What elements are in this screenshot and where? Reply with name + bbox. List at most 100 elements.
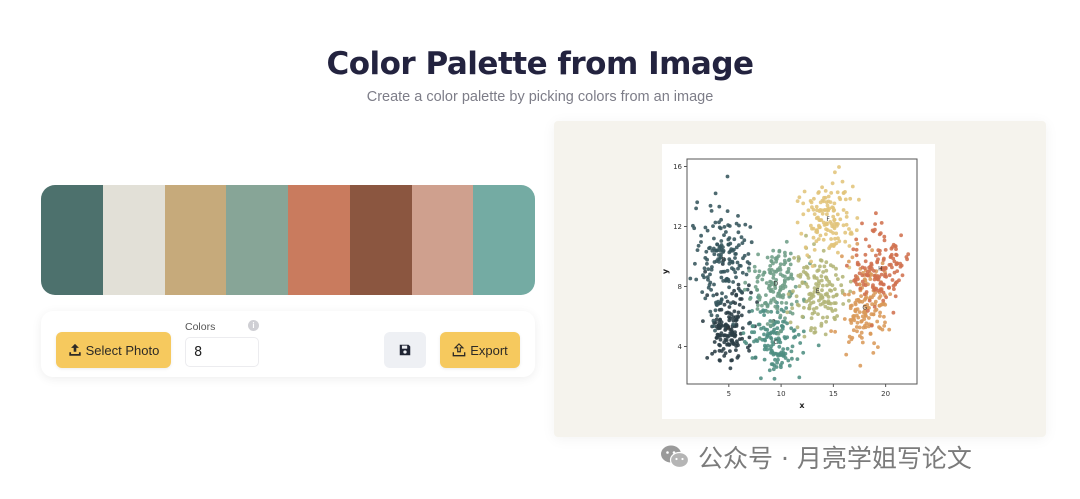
info-icon[interactable]: i <box>248 320 259 331</box>
scatter-point <box>881 282 886 287</box>
palette-swatch[interactable] <box>41 185 103 295</box>
scatter-point <box>743 222 748 227</box>
scatter-point <box>866 273 870 278</box>
scatter-point <box>705 356 710 360</box>
scatter-point <box>895 261 900 266</box>
cluster-label: B <box>722 257 726 264</box>
scatter-point <box>715 314 720 318</box>
scatter-point <box>863 237 868 242</box>
scatter-point <box>870 248 874 253</box>
scatter-point <box>787 276 791 281</box>
colors-count-input[interactable] <box>185 337 259 367</box>
controls-panel: Select Photo Colors i Export <box>41 311 535 377</box>
scatter-point <box>775 326 780 331</box>
palette-swatch[interactable] <box>473 185 535 295</box>
export-button[interactable]: Export <box>440 332 520 368</box>
palette-swatch[interactable] <box>411 185 474 295</box>
scatter-point <box>752 264 757 269</box>
scatter-point <box>819 258 824 263</box>
scatter-point <box>772 351 777 356</box>
scatter-point <box>891 310 896 315</box>
scatter-point <box>792 256 796 260</box>
scatter-point <box>815 208 819 213</box>
scatter-point <box>719 298 724 302</box>
x-tick-label: 20 <box>881 390 890 398</box>
scatter-point <box>717 333 722 338</box>
scatter-point <box>762 332 766 337</box>
scatter-point <box>773 256 778 261</box>
select-photo-button[interactable]: Select Photo <box>56 332 171 368</box>
scatter-point <box>850 303 854 308</box>
scatter-point <box>809 200 814 205</box>
scatter-point <box>691 223 695 228</box>
scatter-point <box>705 228 710 233</box>
palette-swatch[interactable] <box>349 185 412 295</box>
scatter-point <box>694 277 699 282</box>
watermark-text: 公众号 · 月亮学姐写论文 <box>698 444 972 473</box>
scatter-point <box>881 302 886 307</box>
scatter-point <box>830 181 835 186</box>
scatter-point <box>812 212 817 216</box>
scatter-point <box>871 283 875 287</box>
palette-swatch[interactable] <box>226 185 288 295</box>
scatter-point <box>847 298 851 303</box>
scatter-point <box>814 306 819 310</box>
scatter-point <box>887 273 892 278</box>
scatter-point <box>829 329 833 333</box>
scatter-point <box>737 302 742 307</box>
scatter-point <box>774 269 779 274</box>
scatter-point <box>734 322 739 327</box>
palette-swatch[interactable] <box>288 185 350 295</box>
scatter-point <box>780 324 785 329</box>
save-button[interactable] <box>384 332 426 368</box>
scatter-point <box>797 284 802 289</box>
scatter-point <box>741 305 746 310</box>
scatter-point <box>863 283 868 288</box>
scatter-point <box>712 252 717 257</box>
scatter-point <box>892 287 896 291</box>
y-tick-label: 12 <box>673 223 682 231</box>
scatter-point <box>755 279 760 284</box>
scatter-point <box>836 277 840 281</box>
scatter-point <box>740 336 744 341</box>
scatter-point <box>726 237 731 242</box>
scatter-point <box>767 368 772 373</box>
scatter-point <box>874 253 878 258</box>
scatter-point <box>756 252 760 257</box>
scatter-point <box>850 184 855 189</box>
colors-label: Colors <box>185 321 216 333</box>
scatter-point <box>727 285 731 290</box>
palette-swatch[interactable] <box>164 185 227 295</box>
scatter-point <box>795 325 800 330</box>
scatter-point <box>854 253 859 258</box>
scatter-point <box>801 329 806 334</box>
scatter-point <box>857 197 861 202</box>
scatter-point <box>774 365 779 369</box>
export-label: Export <box>470 342 508 358</box>
scatter-point <box>731 322 736 327</box>
scatter-point <box>863 313 868 318</box>
scatter-point <box>876 274 880 279</box>
scatter-point <box>730 248 735 253</box>
scatter-point <box>720 291 724 296</box>
scatter-point <box>872 341 876 346</box>
scatter-point <box>785 270 790 275</box>
scatter-point <box>876 248 881 253</box>
scatter-point <box>867 244 872 249</box>
scatter-point <box>801 212 806 217</box>
scatter-point <box>812 196 816 201</box>
scatter-point <box>756 322 761 327</box>
scatter-point <box>814 229 819 234</box>
scatter-point <box>823 189 828 193</box>
scatter-point <box>724 295 728 299</box>
scatter-point <box>821 237 826 242</box>
palette-swatch[interactable] <box>102 185 165 295</box>
scatter-point <box>740 270 745 275</box>
y-tick-label: 4 <box>678 343 683 351</box>
x-tick-label: 15 <box>829 390 838 398</box>
scatter-point <box>694 206 698 211</box>
scatter-point <box>709 209 714 213</box>
scatter-point <box>866 269 870 274</box>
scatter-point <box>755 307 760 311</box>
scatter-point <box>705 261 709 266</box>
